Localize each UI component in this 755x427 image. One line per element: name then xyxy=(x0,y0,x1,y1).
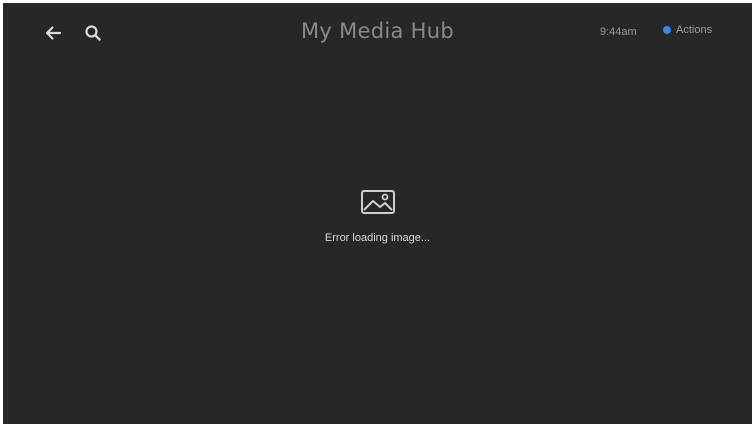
actions-label: Actions xyxy=(676,24,713,36)
clock: 9:44am xyxy=(600,26,637,38)
actions-button[interactable]: Actions xyxy=(663,24,712,36)
media-hub-screen: My Media Hub 9:44am Actions Error loadin… xyxy=(3,3,752,424)
image-icon xyxy=(360,190,395,214)
actions-dot-icon xyxy=(663,26,671,34)
page-title: My Media Hub xyxy=(301,19,454,43)
image-error-placeholder: Error loading image... xyxy=(3,188,752,244)
error-message: Error loading image... xyxy=(324,232,431,244)
